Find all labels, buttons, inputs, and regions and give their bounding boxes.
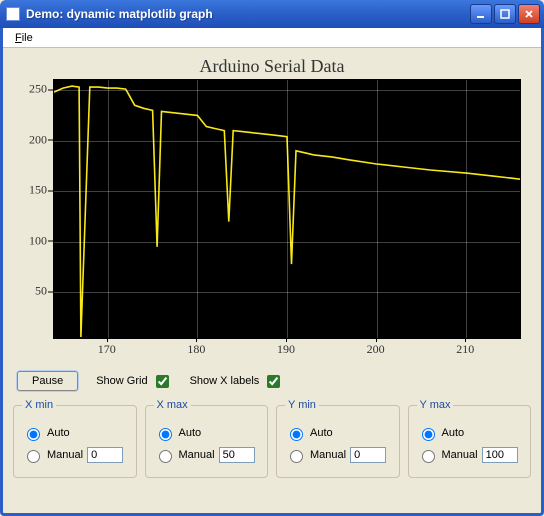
grid-line-v [377, 80, 378, 338]
show-grid-checkbox-wrap[interactable]: Show Grid [96, 372, 171, 391]
chart-axes[interactable] [53, 79, 521, 339]
auto-radio-row[interactable]: Auto [417, 425, 523, 441]
manual-value-input[interactable] [87, 447, 123, 463]
manual-label: Manual [179, 449, 215, 461]
pause-button[interactable]: Pause [17, 371, 78, 391]
show-xlabels-label: Show X labels [190, 375, 260, 387]
axis-box-legend: X max [154, 399, 191, 411]
auto-radio[interactable] [159, 428, 172, 441]
axis-box-x-max: X max Auto Manual [145, 399, 269, 478]
menu-file-accel: F [15, 32, 22, 44]
x-tick-label: 180 [187, 342, 205, 357]
manual-radio-row[interactable]: Manual [417, 447, 523, 463]
axis-box-y-max: Y max Auto Manual [408, 399, 532, 478]
auto-label: Auto [310, 427, 333, 439]
client-area: File Arduino Serial Data 501001502002501… [0, 28, 544, 516]
menu-file[interactable]: File [9, 30, 39, 46]
axis-box-x-min: X min Auto Manual [13, 399, 137, 478]
show-xlabels-checkbox-wrap[interactable]: Show X labels [190, 372, 284, 391]
plot-area: Arduino Serial Data 50100150200250170180… [11, 54, 533, 361]
axes-wrap: 50100150200250170180190200210 [53, 79, 521, 339]
close-button[interactable] [518, 4, 540, 24]
show-grid-checkbox[interactable] [156, 375, 169, 388]
manual-radio[interactable] [27, 450, 40, 463]
grid-line-v [197, 80, 198, 338]
auto-label: Auto [47, 427, 70, 439]
manual-radio[interactable] [422, 450, 435, 463]
y-tick-label: 150 [17, 183, 47, 198]
manual-radio-row[interactable]: Manual [154, 447, 260, 463]
grid-line-v [287, 80, 288, 338]
y-tick-label: 250 [17, 82, 47, 97]
manual-value-input[interactable] [350, 447, 386, 463]
auto-label: Auto [442, 427, 465, 439]
manual-radio[interactable] [159, 450, 172, 463]
auto-radio-row[interactable]: Auto [22, 425, 128, 441]
axis-box-legend: Y max [417, 399, 454, 411]
manual-label: Manual [47, 449, 83, 461]
x-tick-label: 190 [277, 342, 295, 357]
controls-row: Pause Show Grid Show X labels [3, 365, 541, 399]
auto-radio[interactable] [422, 428, 435, 441]
window-buttons [470, 4, 540, 24]
manual-radio[interactable] [290, 450, 303, 463]
axis-groups: X min Auto Manual X max Auto Manual Y min Aut… [3, 399, 541, 488]
axis-box-legend: X min [22, 399, 56, 411]
grid-line-v [108, 80, 109, 338]
auto-radio-row[interactable]: Auto [285, 425, 391, 441]
manual-label: Manual [310, 449, 346, 461]
axis-box-y-min: Y min Auto Manual [276, 399, 400, 478]
y-tick-label: 100 [17, 233, 47, 248]
x-tick-label: 170 [98, 342, 116, 357]
axis-box-legend: Y min [285, 399, 319, 411]
minimize-button[interactable] [470, 4, 492, 24]
maximize-button[interactable] [494, 4, 516, 24]
show-xlabels-checkbox[interactable] [267, 375, 280, 388]
grid-line-v [466, 80, 467, 338]
app-icon [6, 7, 20, 21]
y-tick-label: 200 [17, 132, 47, 147]
y-tick-label: 50 [17, 284, 47, 299]
manual-radio-row[interactable]: Manual [22, 447, 128, 463]
auto-radio[interactable] [290, 428, 303, 441]
titlebar[interactable]: Demo: dynamic matplotlib graph [0, 0, 544, 28]
plot-title: Arduino Serial Data [11, 56, 533, 77]
manual-label: Manual [442, 449, 478, 461]
x-tick-label: 210 [456, 342, 474, 357]
manual-value-input[interactable] [219, 447, 255, 463]
manual-radio-row[interactable]: Manual [285, 447, 391, 463]
menu-file-rest: ile [22, 32, 33, 44]
window-title: Demo: dynamic matplotlib graph [26, 7, 470, 21]
auto-label: Auto [179, 427, 202, 439]
auto-radio[interactable] [27, 428, 40, 441]
manual-value-input[interactable] [482, 447, 518, 463]
x-tick-label: 200 [367, 342, 385, 357]
auto-radio-row[interactable]: Auto [154, 425, 260, 441]
menubar: File [3, 28, 541, 48]
show-grid-label: Show Grid [96, 375, 147, 387]
